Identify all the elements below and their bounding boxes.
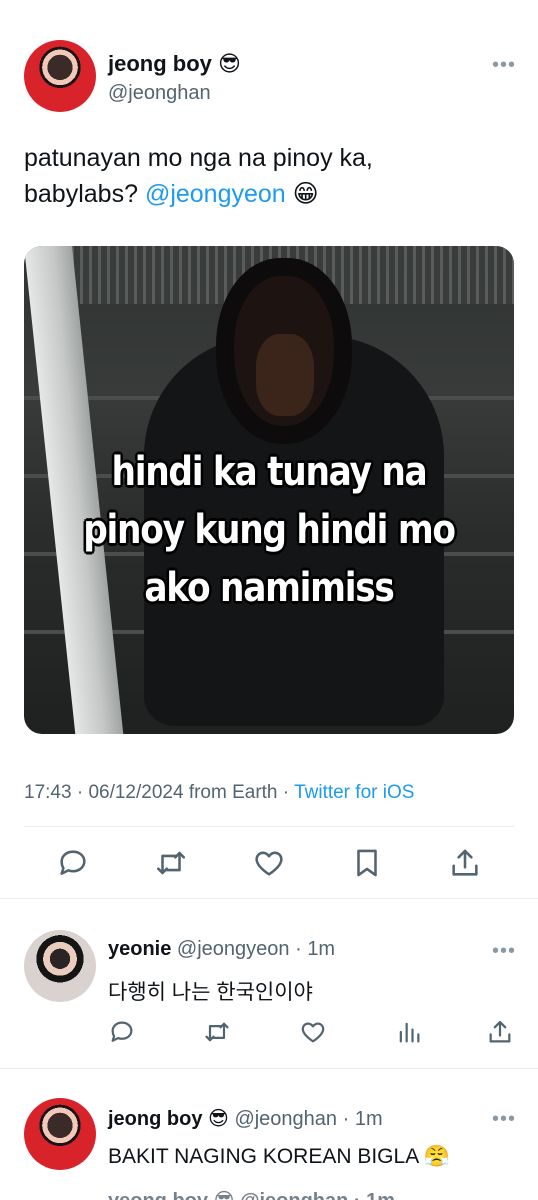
meme-caption-line2: pinoy kung hindi mo <box>83 507 456 553</box>
reply-header: yeonie @jeongyeon · 1m <box>108 938 335 961</box>
more-options-icon[interactable]: ••• <box>492 941 516 961</box>
views-icon[interactable] <box>395 1018 423 1046</box>
author-name[interactable]: jeong boy 😎 <box>108 51 241 77</box>
tweet-text-line2: babylabs? @jeongyeon 😁 <box>24 176 514 212</box>
reply-text-body: BAKIT NAGING KOREAN BIGLA <box>108 1145 419 1168</box>
reply-separator: · <box>289 938 308 960</box>
meme-caption-line1: hindi ka tunay na <box>111 449 427 495</box>
tweet-date[interactable]: 06/12/2024 <box>88 782 183 803</box>
cut-off-reply-header: yeong boy 😎 @jeonghan · 1m <box>108 1188 395 1200</box>
share-icon[interactable] <box>486 1018 514 1046</box>
tweet-text-prefix: babylabs? <box>24 180 145 208</box>
tweet-media-image[interactable]: hindi ka tunay na pinoy kung hindi mo ak… <box>24 246 514 734</box>
avatar[interactable] <box>24 1098 96 1170</box>
avatar[interactable] <box>24 930 96 1002</box>
reply-time[interactable]: 1m <box>307 938 335 960</box>
reply-time[interactable]: 1m <box>355 1108 383 1130</box>
tweet-timestamp: 17:43 · 06/12/2024 from Earth · Twitter … <box>24 782 414 804</box>
mention-link[interactable]: @jeongyeon <box>145 180 286 208</box>
meme-caption: hindi ka tunay na pinoy kung hindi mo ak… <box>58 443 479 617</box>
like-icon[interactable] <box>299 1018 327 1046</box>
author-emoji: 😎 <box>218 52 241 77</box>
avatar[interactable] <box>24 40 96 112</box>
tweet-location: from Earth <box>188 782 278 803</box>
reply-text: 다행히 나는 한국인이야 <box>108 981 313 1004</box>
retweet-icon[interactable] <box>203 1018 231 1046</box>
reply-icon[interactable] <box>56 846 90 880</box>
tweet-time[interactable]: 17:43 <box>24 782 72 803</box>
reply-text: BAKIT NAGING KOREAN BIGLA 😤 <box>108 1144 450 1169</box>
reply-header: jeong boy 😎 @jeonghan · 1m <box>108 1106 383 1131</box>
tweet-text: patunayan mo nga na pinoy ka, babylabs? … <box>24 140 514 212</box>
huffing-emoji: 😤 <box>423 1144 451 1168</box>
author-handle[interactable]: @jeonghan <box>108 82 211 105</box>
reply-tweet[interactable]: jeong boy 😎 @jeonghan · 1m ••• BAKIT NAG… <box>0 1098 538 1188</box>
timestamp-separator: · <box>71 782 89 803</box>
divider <box>0 1068 538 1069</box>
media-person-face <box>256 334 314 416</box>
more-options-icon[interactable]: ••• <box>492 1109 516 1129</box>
retweet-icon[interactable] <box>154 846 188 880</box>
reply-action-bar <box>0 1018 538 1048</box>
meme-caption-line3: ako namimiss <box>144 565 395 611</box>
reply-author-handle[interactable]: @jeonghan <box>234 1108 337 1130</box>
divider <box>0 898 538 899</box>
timestamp-separator: · <box>277 782 295 803</box>
bookmark-icon[interactable] <box>350 846 384 880</box>
tweet-source[interactable]: Twitter for iOS <box>294 782 414 803</box>
tweet-action-bar <box>0 838 538 888</box>
author-name-text[interactable]: jeong boy <box>108 51 212 76</box>
reply-icon[interactable] <box>108 1018 136 1046</box>
like-icon[interactable] <box>252 846 286 880</box>
grin-emoji: 😁 <box>292 179 319 208</box>
reply-tweet[interactable]: yeonie @jeongyeon · 1m ••• 다행히 나는 한국인이야 <box>0 930 538 1060</box>
reply-author-name[interactable]: yeonie <box>108 938 171 960</box>
reply-author-handle[interactable]: @jeongyeon <box>177 938 290 960</box>
share-icon[interactable] <box>448 846 482 880</box>
more-options-icon[interactable]: ••• <box>492 55 516 75</box>
divider <box>24 826 514 827</box>
reply-separator: · <box>337 1108 355 1130</box>
author-emoji: 😎 <box>208 1106 229 1130</box>
tweet-text-line1: patunayan mo nga na pinoy ka, <box>24 144 373 172</box>
reply-author-name[interactable]: jeong boy <box>108 1108 202 1130</box>
